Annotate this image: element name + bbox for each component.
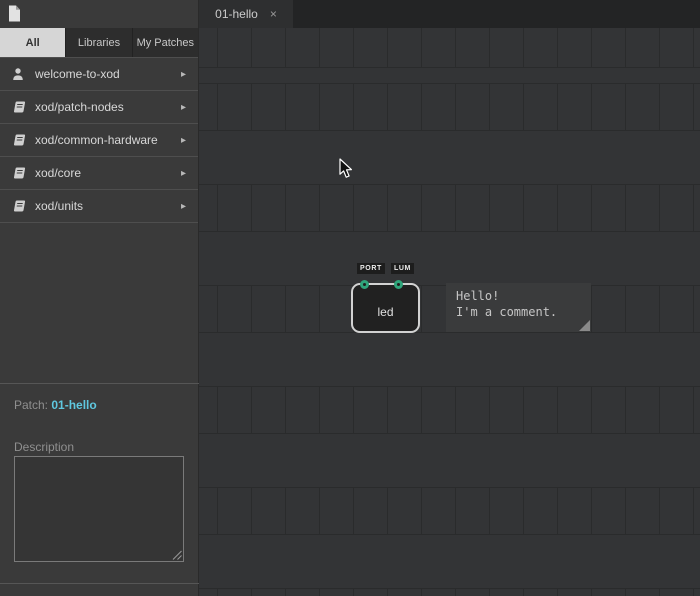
document-icon[interactable] (8, 5, 21, 22)
node-label: led (377, 297, 393, 319)
tab-01-hello[interactable]: 01-hello × (199, 0, 293, 28)
comment-line: Hello! (456, 288, 591, 304)
comment-box[interactable]: Hello! I'm a comment. (446, 283, 591, 332)
list-item-xod-common-hardware[interactable]: xod/common-hardware ▸ (0, 124, 198, 157)
list-item-xod-patch-nodes[interactable]: xod/patch-nodes ▸ (0, 91, 198, 124)
pin-label-lum: LUM (391, 263, 414, 274)
list-item-welcome-to-xod[interactable]: welcome-to-xod ▸ (0, 58, 198, 91)
pin-lum[interactable] (394, 280, 403, 289)
book-icon (10, 199, 26, 213)
patch-canvas[interactable]: PORT LUM led Hello! I'm a comment. (199, 28, 700, 596)
list-item-label: xod/units (35, 199, 83, 213)
sidebar-tab-bar: All Libraries My Patches (0, 28, 198, 58)
pin-label-port: PORT (357, 263, 385, 274)
list-item-label: xod/common-hardware (35, 133, 158, 147)
list-item-label: xod/core (35, 166, 81, 180)
project-browser-list: welcome-to-xod ▸ xod/patch-nodes ▸ (0, 57, 198, 223)
sidebar-tab-my-patches[interactable]: My Patches (132, 28, 198, 58)
project-browser-sidebar: All Libraries My Patches welcome-to-xod … (0, 0, 199, 596)
xod-ide-window: All Libraries My Patches welcome-to-xod … (0, 0, 700, 596)
list-item-label: xod/patch-nodes (35, 100, 124, 114)
comment-resize-handle[interactable] (579, 320, 590, 331)
sidebar-divider (0, 583, 199, 584)
patch-name: 01-hello (51, 398, 96, 412)
sidebar-tab-libraries[interactable]: Libraries (65, 28, 131, 58)
list-item-xod-core[interactable]: xod/core ▸ (0, 157, 198, 190)
description-textarea[interactable] (14, 456, 184, 562)
user-icon (10, 67, 26, 81)
list-item-xod-units[interactable]: xod/units ▸ (0, 190, 198, 223)
comment-line: I'm a comment. (456, 304, 591, 320)
description-label: Description (14, 440, 74, 454)
chevron-right-icon: ▸ (181, 168, 186, 179)
node-led[interactable]: led (351, 283, 420, 333)
patch-info-section: Patch: 01-hello (0, 383, 199, 412)
chevron-right-icon: ▸ (181, 69, 186, 80)
pin-port[interactable] (360, 280, 369, 289)
book-icon (10, 166, 26, 180)
tab-label: 01-hello (215, 7, 258, 21)
chevron-right-icon: ▸ (181, 201, 186, 212)
list-item-label: welcome-to-xod (35, 67, 120, 81)
sidebar-tab-all[interactable]: All (0, 28, 65, 58)
sidebar-header (0, 0, 198, 28)
chevron-right-icon: ▸ (181, 135, 186, 146)
patch-line: Patch: 01-hello (0, 384, 199, 412)
close-icon[interactable]: × (270, 8, 277, 20)
patch-label: Patch: (14, 398, 48, 412)
mouse-cursor-icon (339, 158, 353, 179)
chevron-right-icon: ▸ (181, 102, 186, 113)
book-icon (10, 133, 26, 147)
editor-tab-bar: 01-hello × (199, 0, 700, 28)
resize-grip-icon[interactable] (171, 549, 183, 561)
book-icon (10, 100, 26, 114)
